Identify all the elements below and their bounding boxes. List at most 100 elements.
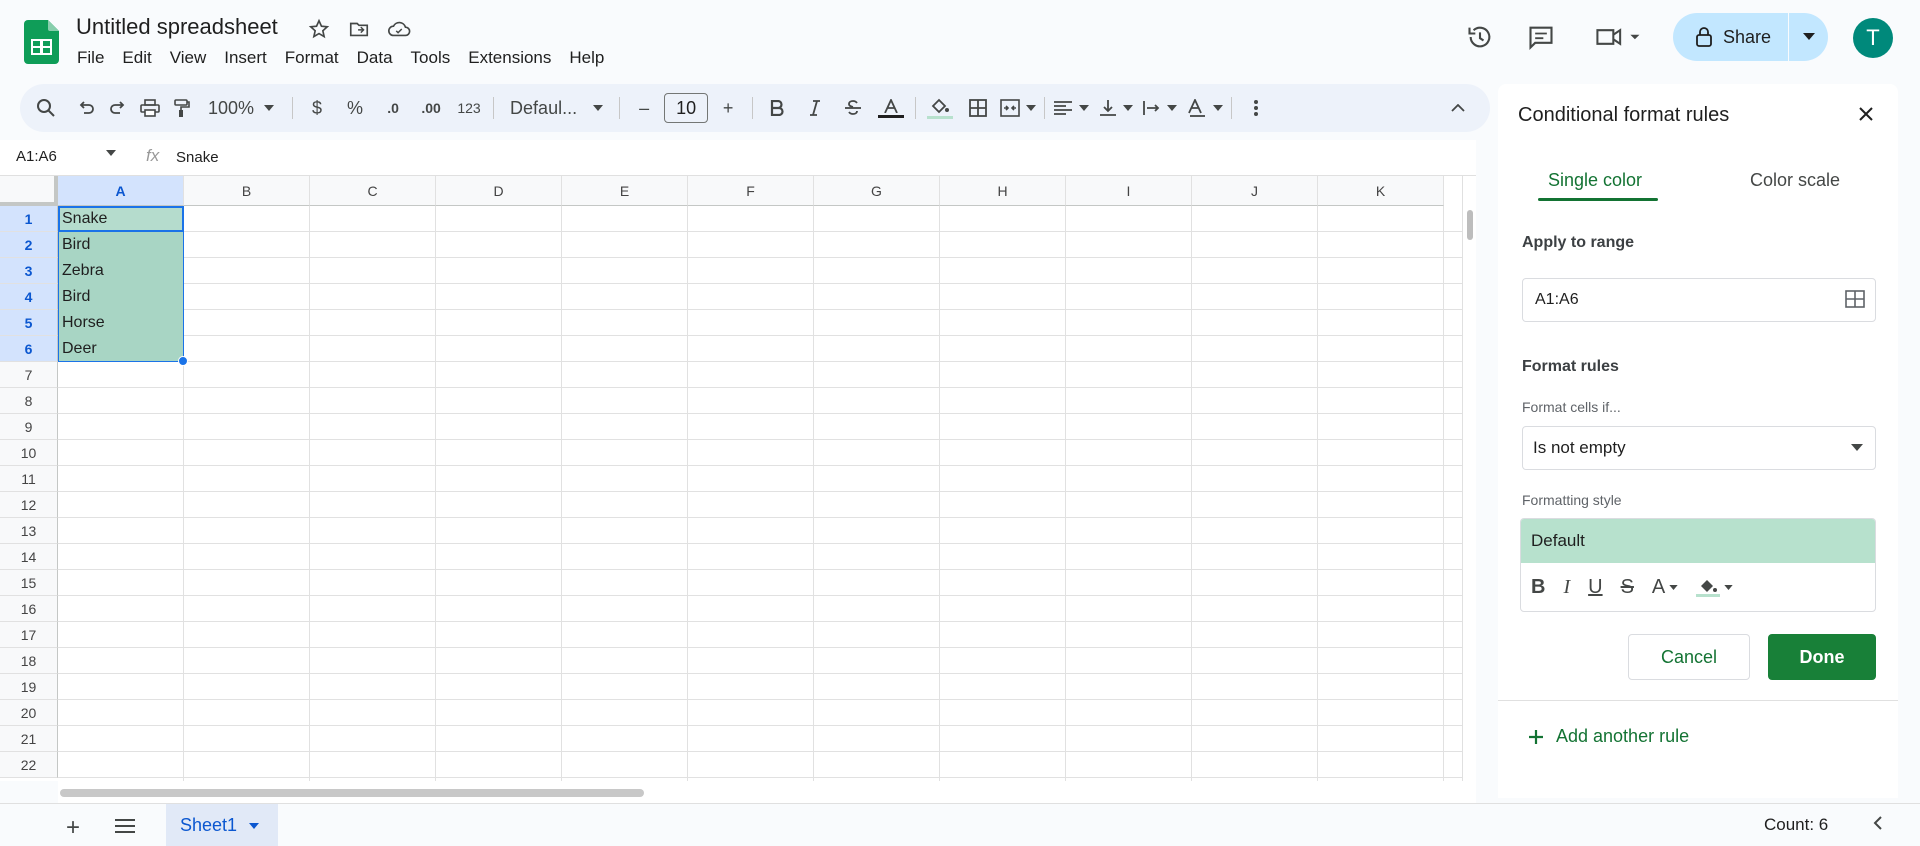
column-header[interactable]: G — [814, 176, 940, 206]
merge-cells-icon[interactable] — [1000, 92, 1037, 124]
cell[interactable]: Deer — [62, 336, 97, 362]
style-bold-button[interactable]: B — [1531, 576, 1545, 599]
currency-format-button[interactable]: $ — [301, 92, 333, 124]
row-header[interactable]: 1 — [0, 206, 58, 232]
row-header[interactable]: 7 — [0, 362, 58, 388]
bold-icon[interactable] — [761, 92, 793, 124]
tab-color-scale[interactable]: Color scale — [1750, 170, 1840, 191]
redo-icon[interactable] — [102, 92, 134, 124]
decrease-decimal-button[interactable]: .0 — [377, 92, 409, 124]
style-text-color-button[interactable]: A — [1652, 576, 1678, 599]
horizontal-scroll-thumb[interactable] — [60, 789, 644, 797]
cloud-saved-icon[interactable] — [386, 16, 412, 42]
sheets-logo-icon[interactable] — [24, 20, 59, 64]
italic-icon[interactable] — [799, 92, 831, 124]
row-header[interactable]: 9 — [0, 414, 58, 440]
row-header[interactable]: 2 — [0, 232, 58, 258]
strikethrough-icon[interactable] — [837, 92, 869, 124]
condition-select[interactable]: Is not empty — [1522, 426, 1876, 470]
horizontal-align-icon[interactable] — [1053, 92, 1090, 124]
percent-format-button[interactable]: % — [339, 92, 371, 124]
share-button[interactable]: Share — [1673, 13, 1828, 61]
menu-format[interactable]: Format — [276, 46, 348, 70]
menu-data[interactable]: Data — [348, 46, 402, 70]
row-header[interactable]: 21 — [0, 726, 58, 752]
menu-file[interactable]: File — [68, 46, 113, 70]
paint-format-icon[interactable] — [166, 92, 198, 124]
horizontal-scrollbar[interactable] — [58, 781, 1476, 803]
add-sheet-button[interactable]: + — [66, 814, 80, 842]
share-main[interactable]: Share — [1673, 13, 1788, 61]
menu-help[interactable]: Help — [560, 46, 613, 70]
row-header[interactable]: 20 — [0, 700, 58, 726]
name-box[interactable]: A1:A6 — [16, 148, 57, 165]
font-size-input[interactable]: 10 — [664, 93, 709, 123]
range-input[interactable]: A1:A6 — [1522, 278, 1876, 322]
cancel-button[interactable]: Cancel — [1628, 634, 1750, 680]
selection-count[interactable]: Count: 6 — [1764, 815, 1828, 835]
column-header[interactable]: D — [436, 176, 562, 206]
text-rotation-icon[interactable] — [1187, 92, 1224, 124]
comments-icon[interactable] — [1524, 20, 1558, 54]
menu-extensions[interactable]: Extensions — [459, 46, 560, 70]
column-header[interactable]: A — [58, 176, 184, 206]
increase-font-size-button[interactable]: + — [712, 92, 744, 124]
decrease-font-size-button[interactable]: – — [628, 92, 660, 124]
vertical-scroll-thumb[interactable] — [1467, 210, 1473, 240]
column-header[interactable]: C — [310, 176, 436, 206]
chevron-left-icon[interactable] — [1873, 815, 1883, 836]
column-header[interactable]: E — [562, 176, 688, 206]
fill-handle[interactable] — [178, 356, 188, 366]
close-icon[interactable] — [1858, 106, 1874, 127]
cell[interactable]: Snake — [62, 206, 107, 232]
cell[interactable]: Bird — [62, 284, 90, 310]
chevron-down-icon[interactable] — [249, 822, 260, 829]
spreadsheet-grid[interactable]: ABCDEFGHIJK 1 2 3 4 5 6 7 8 9 10 11 12 13 14 15 16 17 18 1… — [0, 176, 1462, 781]
column-header[interactable]: F — [688, 176, 814, 206]
column-header[interactable]: K — [1318, 176, 1444, 206]
menu-insert[interactable]: Insert — [215, 46, 276, 70]
print-icon[interactable] — [134, 92, 166, 124]
cell[interactable]: Zebra — [62, 258, 104, 284]
formula-input[interactable]: Snake — [176, 149, 219, 166]
select-range-icon[interactable] — [1845, 290, 1865, 308]
borders-icon[interactable] — [962, 92, 994, 124]
row-header[interactable]: 5 — [0, 310, 58, 336]
add-another-rule-button[interactable]: Add another rule — [1528, 726, 1689, 747]
row-header[interactable]: 15 — [0, 570, 58, 596]
row-header[interactable]: 19 — [0, 674, 58, 700]
column-header[interactable]: H — [940, 176, 1066, 206]
sheet-tab[interactable]: Sheet1 — [166, 804, 278, 846]
row-header[interactable]: 10 — [0, 440, 58, 466]
font-select[interactable]: Defaul... — [502, 92, 611, 124]
column-header[interactable]: J — [1192, 176, 1318, 206]
menu-edit[interactable]: Edit — [113, 46, 160, 70]
fill-color-icon[interactable] — [924, 92, 956, 124]
undo-icon[interactable] — [70, 92, 102, 124]
share-dropdown-icon[interactable] — [1789, 33, 1828, 41]
cell-grid[interactable] — [58, 206, 1462, 781]
row-header[interactable]: 13 — [0, 518, 58, 544]
style-underline-button[interactable]: U — [1588, 576, 1602, 599]
search-icon[interactable] — [30, 92, 62, 124]
name-box-dropdown-icon[interactable] — [106, 150, 116, 156]
row-header[interactable]: 4 — [0, 284, 58, 310]
column-header[interactable]: B — [184, 176, 310, 206]
more-options-icon[interactable] — [1240, 92, 1272, 124]
zoom-select[interactable]: 100% — [198, 92, 284, 124]
star-icon[interactable] — [306, 16, 332, 42]
row-header[interactable]: 11 — [0, 466, 58, 492]
version-history-icon[interactable] — [1463, 20, 1497, 54]
vertical-align-icon[interactable] — [1099, 92, 1134, 124]
all-sheets-icon[interactable] — [114, 818, 136, 839]
row-header[interactable]: 16 — [0, 596, 58, 622]
increase-decimal-button[interactable]: .00 — [415, 92, 447, 124]
done-button[interactable]: Done — [1768, 634, 1876, 680]
row-header[interactable]: 12 — [0, 492, 58, 518]
text-color-icon[interactable] — [875, 92, 907, 124]
row-header[interactable]: 17 — [0, 622, 58, 648]
document-title[interactable]: Untitled spreadsheet — [76, 14, 278, 40]
select-all-corner[interactable] — [0, 176, 58, 206]
move-folder-icon[interactable] — [346, 16, 372, 42]
cell[interactable]: Horse — [62, 310, 105, 336]
